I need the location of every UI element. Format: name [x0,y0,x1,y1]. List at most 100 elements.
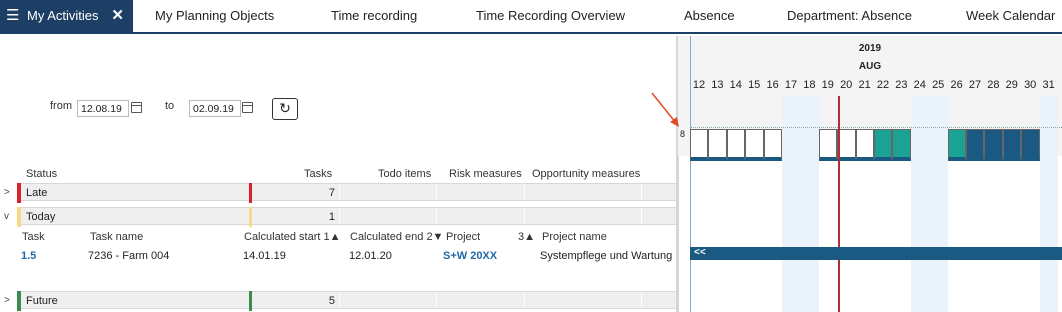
gantt-day-label: 15 [748,79,761,91]
gantt-month: AUG [858,61,882,72]
to-date-field[interactable]: 02.09.19 [189,100,241,117]
group-row-future[interactable]: Future 5 [17,291,677,311]
tab-label: My Activities [27,8,99,23]
gantt-day-label: 19 [821,79,834,91]
today-line [838,96,840,312]
gantt-day-label: 31 [1042,79,1055,91]
weekend-column [929,96,948,312]
expand-icon[interactable]: > [4,187,10,198]
gantt-day-label: 26 [950,79,963,91]
task-number-link[interactable]: 1.5 [21,250,36,262]
weekend-column [782,96,801,312]
scroll-left-marker[interactable]: << [694,247,706,258]
project-link[interactable]: S+W 20XX [443,250,497,262]
gantt-left-line [690,36,691,312]
gantt-day-label: 16 [766,79,779,91]
gantt-day-box[interactable] [690,129,709,161]
gantt-day-box[interactable] [892,129,911,161]
gantt-day-label: 24 [913,79,926,91]
gantt-day-box[interactable] [1002,129,1022,161]
tab-time-recording[interactable]: Time recording [331,0,417,32]
task-name: 7236 - Farm 004 [88,250,170,262]
gantt-day-label: 20 [840,79,853,91]
weekend-column [800,96,819,312]
header-opportunity-measures[interactable]: Opportunity measures [532,168,640,180]
gantt-day-box[interactable] [1021,129,1040,161]
gantt-day-box[interactable] [818,129,838,161]
project-name: Systempflege und Wartung [540,250,673,262]
gantt-day-box[interactable] [763,129,782,161]
col-calculated-end[interactable]: Calculated end 2▼ [350,231,443,243]
gantt-day-label: 13 [711,79,724,91]
close-icon[interactable]: ✕ [111,0,124,31]
header-status[interactable]: Status [26,168,57,180]
gantt-day-label: 12 [692,79,706,91]
col-sort-indicator[interactable]: 3▲ [518,231,535,243]
from-date-field[interactable]: 12.08.19 [77,100,129,117]
task-count: 1 [328,211,335,223]
tab-week-calendar[interactable]: Week Calendar [966,0,1055,32]
col-task-name[interactable]: Task name [90,231,143,243]
group-label: Today [26,211,56,223]
weekend-column [1039,96,1058,312]
gantt-day-box[interactable] [984,129,1003,161]
header-tasks[interactable]: Tasks [304,168,332,180]
gantt-day-box[interactable] [745,129,764,161]
gantt-day-label: 29 [1005,79,1018,91]
gantt-task-bar[interactable]: << [690,247,1062,260]
refresh-icon: ↻ [279,100,291,116]
expand-icon[interactable]: > [4,295,10,306]
gantt-day-label: 28 [987,79,1000,91]
group-row-today[interactable]: Today 1 [17,207,677,227]
gantt-day-box[interactable] [874,129,893,161]
col-project-name[interactable]: Project name [542,231,607,243]
gantt-day-label: 17 [784,79,798,91]
calculated-end: 12.01.20 [349,250,392,262]
from-label: from [50,100,72,112]
group-label: Late [26,187,48,199]
task-count: 7 [328,187,335,199]
status-color-bar [17,291,21,311]
status-color-bar [249,207,252,227]
tab-department-absence[interactable]: Department: Absence [787,0,912,32]
refresh-button[interactable]: ↻ [272,98,298,120]
gantt-panel: 2019 AUG 12 13 14 15 16 17 18 19 20 21 22 23 24 25 26 2… [678,36,1062,312]
menu-icon[interactable]: ☰ [6,0,22,31]
gantt-day-label: 30 [1024,79,1037,91]
gantt-dotted-line [690,127,1062,128]
gantt-day-label: 21 [858,79,871,91]
gantt-day-box[interactable] [708,129,727,161]
gantt-day-box[interactable] [837,129,856,161]
header-todo-items[interactable]: Todo items [378,168,431,180]
gantt-day-box[interactable] [966,129,985,161]
status-color-bar [17,207,21,227]
header-risk-measures[interactable]: Risk measures [449,168,522,180]
status-color-bar [249,183,252,203]
gantt-day-label: 18 [803,79,816,91]
weekend-column [910,96,930,312]
group-label: Future [26,295,58,307]
task-count: 5 [328,295,335,307]
calculated-start: 14.01.19 [243,250,286,262]
col-calculated-start[interactable]: Calculated start 1▲ [244,231,341,243]
tab-time-recording-overview[interactable]: Time Recording Overview [476,0,625,32]
gantt-day-box[interactable] [947,129,966,161]
gantt-day-label: 27 [968,79,982,91]
col-task[interactable]: Task [22,231,45,243]
gantt-day-label: 25 [932,79,945,91]
tab-my-planning-objects[interactable]: My Planning Objects [155,0,274,32]
tab-my-activities[interactable]: ☰ My Activities ✕ [0,0,133,32]
status-color-bar [249,291,252,311]
col-project[interactable]: Project [446,231,480,243]
to-label: to [165,100,175,112]
calendar-icon[interactable] [242,102,253,113]
tab-bar: ☰ My Activities ✕ My Planning Objects Tim… [0,0,1062,34]
gantt-day-label: 22 [876,79,890,91]
group-row-late[interactable]: Late 7 [17,183,677,203]
calendar-icon[interactable] [131,102,142,113]
gantt-row-label: 8 [680,129,686,139]
collapse-icon[interactable]: v [4,211,9,222]
tab-absence[interactable]: Absence [684,0,735,32]
gantt-day-box[interactable] [855,129,874,161]
gantt-day-box[interactable] [726,129,746,161]
